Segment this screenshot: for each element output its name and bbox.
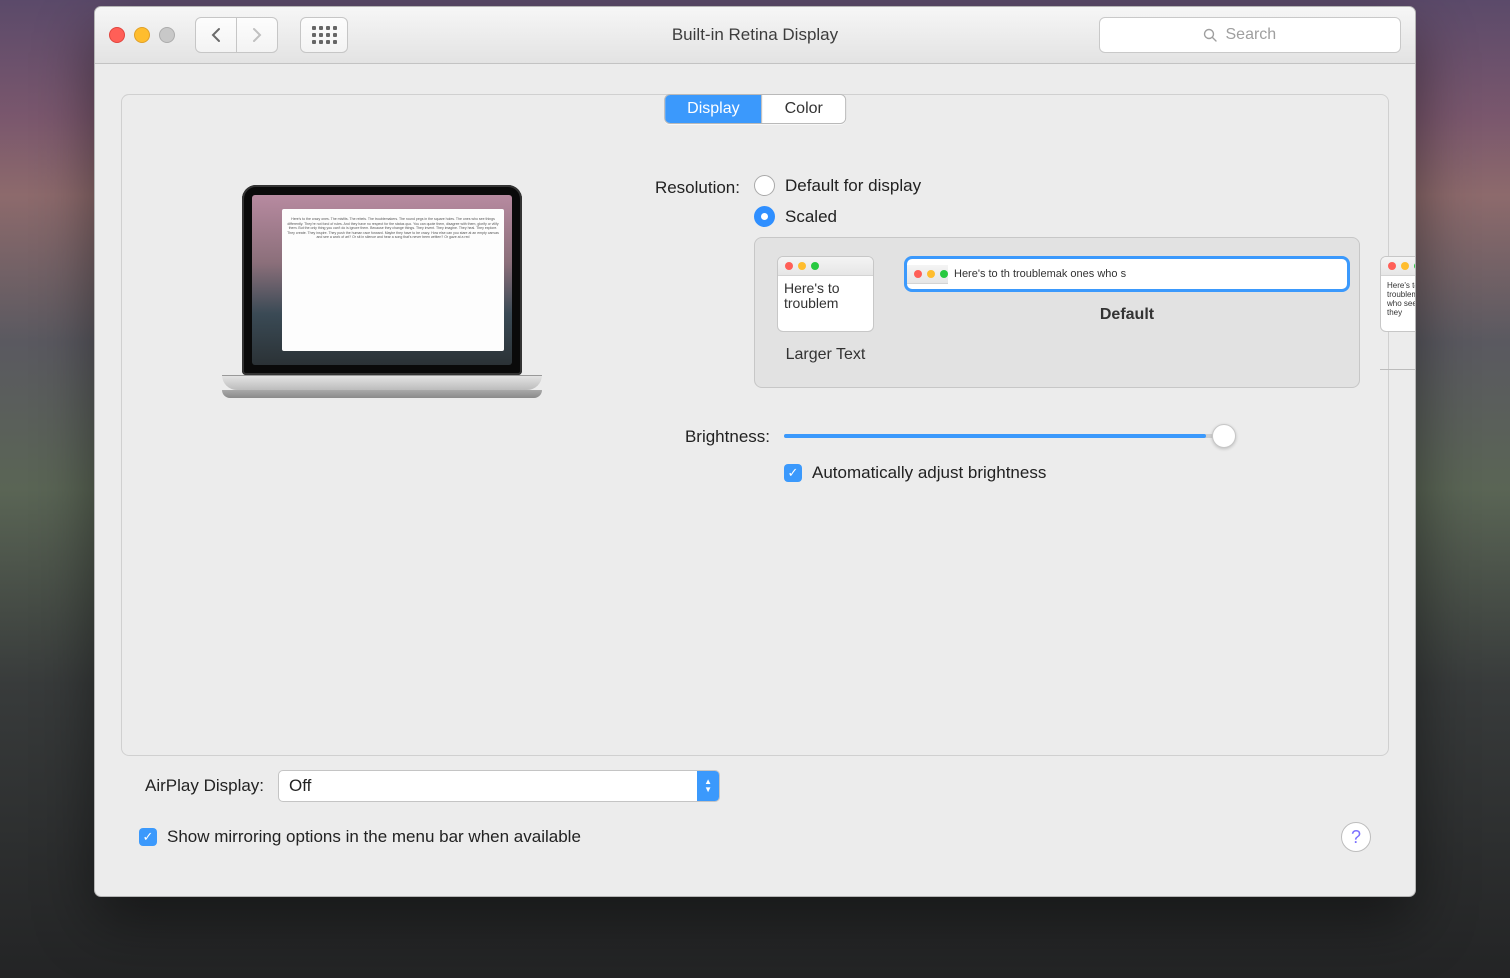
grid-icon: [312, 26, 337, 44]
close-button[interactable]: [109, 27, 125, 43]
display-panel: Display Color Here's to the crazy ones. …: [121, 94, 1389, 756]
tab-group: Display Color: [664, 94, 846, 124]
window-controls: [109, 27, 175, 43]
radio-label: Scaled: [785, 207, 837, 227]
help-button[interactable]: ?: [1341, 822, 1371, 852]
tab-color[interactable]: Color: [762, 95, 845, 123]
scaled-options: Here's to troublem Larger Text Here's to…: [754, 237, 1360, 388]
scale-range-line: [1380, 369, 1416, 371]
radio-icon: [754, 206, 775, 227]
checkbox-icon: ✓: [139, 828, 157, 846]
brightness-label: Brightness:: [630, 424, 784, 447]
titlebar: Built-in Retina Display: [95, 7, 1415, 64]
tab-display[interactable]: Display: [665, 95, 761, 123]
nav-buttons: [195, 17, 278, 53]
airplay-select[interactable]: Off ▲▼: [278, 770, 720, 802]
preferences-window: Built-in Retina Display Display Color He…: [94, 6, 1416, 897]
search-field[interactable]: [1099, 17, 1401, 53]
search-icon: [1203, 28, 1218, 43]
chevron-right-icon: [251, 27, 263, 43]
scale-option-default[interactable]: Here's to th troublemak ones who s Defau…: [904, 256, 1350, 324]
resolution-default-radio[interactable]: Default for display: [754, 175, 1360, 196]
brightness-slider[interactable]: [784, 434, 1224, 438]
checkbox-label: Show mirroring options in the menu bar w…: [167, 827, 581, 847]
slider-knob[interactable]: [1212, 424, 1236, 448]
zoom-button[interactable]: [159, 27, 175, 43]
show-all-button[interactable]: [300, 17, 348, 53]
minimize-button[interactable]: [134, 27, 150, 43]
checkbox-label: Automatically adjust brightness: [812, 463, 1046, 483]
resolution-label: Resolution:: [630, 175, 754, 198]
scale-option-more-1[interactable]: Here's to the cr troublemakers. ones who…: [1380, 256, 1416, 371]
scale-option-larger[interactable]: Here's to troublem Larger Text: [777, 256, 874, 364]
airplay-label: AirPlay Display:: [145, 776, 264, 796]
display-preview: Here's to the crazy ones. The misfits. T…: [222, 185, 542, 398]
radio-icon: [754, 175, 775, 196]
chevron-left-icon: [210, 27, 222, 43]
airplay-value: Off: [279, 776, 697, 796]
resolution-scaled-radio[interactable]: Scaled: [754, 206, 1360, 227]
back-button[interactable]: [195, 17, 237, 53]
checkbox-icon: ✓: [784, 464, 802, 482]
radio-label: Default for display: [785, 176, 921, 196]
forward-button[interactable]: [237, 17, 278, 53]
auto-brightness-checkbox[interactable]: ✓ Automatically adjust brightness: [784, 463, 1360, 483]
search-input[interactable]: [1224, 25, 1298, 45]
preview-document: Here's to the crazy ones. The misfits. T…: [282, 209, 504, 351]
mirroring-checkbox[interactable]: ✓ Show mirroring options in the menu bar…: [139, 827, 581, 847]
updown-icon: ▲▼: [697, 771, 719, 801]
